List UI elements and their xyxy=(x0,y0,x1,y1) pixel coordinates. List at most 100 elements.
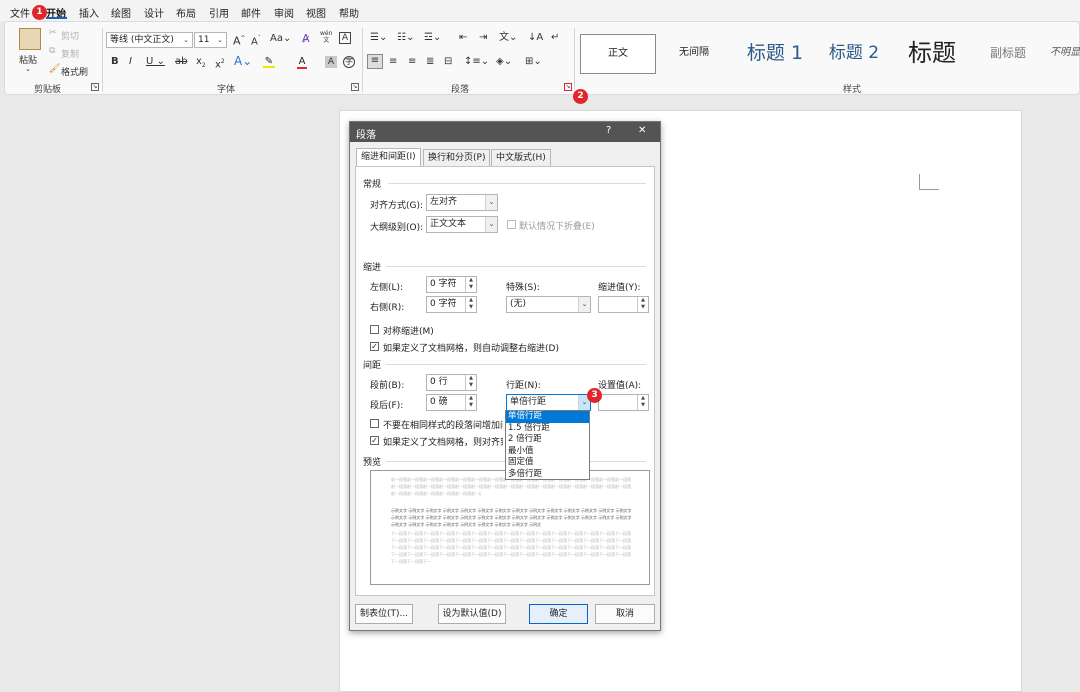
outline-level-select[interactable]: 正文文本 ⌄ xyxy=(426,216,498,233)
tab-indents-spacing[interactable]: 缩进和间距(I) xyxy=(356,148,421,167)
spinner-icon[interactable]: ▲ ▼ xyxy=(637,297,648,312)
collapse-checkbox[interactable] xyxy=(507,220,516,229)
cut-button[interactable]: 剪切 xyxy=(61,29,79,42)
paste-chevron-down-icon[interactable]: ⌄ xyxy=(25,65,31,73)
ok-button[interactable]: 确定 xyxy=(529,604,588,624)
paragraph-launcher-icon[interactable]: ↘ xyxy=(564,83,572,91)
change-case-icon[interactable]: Aa⌄ xyxy=(270,33,291,45)
space-before-input[interactable]: 0 行 ▲ ▼ xyxy=(426,374,477,391)
special-indent-select[interactable]: (无) ⌄ xyxy=(506,296,591,313)
line-option-at-least[interactable]: 最小值 xyxy=(506,446,589,458)
indent-by-input[interactable]: ▲ ▼ xyxy=(598,296,649,313)
close-icon[interactable]: ✕ xyxy=(638,125,646,136)
line-option-double[interactable]: 2 倍行距 xyxy=(506,434,589,446)
align-left-icon[interactable]: ≡ xyxy=(367,54,383,69)
chinese-layout-icon[interactable]: 文⌄ xyxy=(499,32,517,44)
grow-font-icon[interactable]: A^ xyxy=(233,33,246,48)
style-subtle-emphasis[interactable]: 不明显 xyxy=(1049,34,1080,74)
borders-icon[interactable]: ⊞⌄ xyxy=(525,56,542,68)
at-input[interactable]: ▲ ▼ xyxy=(598,394,649,411)
text-effects-icon[interactable]: A⌄ xyxy=(234,55,252,67)
clear-format-icon[interactable]: A̷ xyxy=(302,33,310,45)
increase-indent-icon[interactable]: ⇥ xyxy=(479,32,487,44)
justify-icon[interactable]: ≣ xyxy=(426,56,434,68)
auto-adjust-indent-checkbox[interactable]: ✓ xyxy=(370,342,379,351)
font-color-icon[interactable]: A xyxy=(297,56,307,69)
snap-to-grid-checkbox[interactable]: ✓ xyxy=(370,436,379,445)
underline-icon[interactable]: U ⌄ xyxy=(146,56,165,68)
phonetic-guide-icon[interactable]: wén 文 xyxy=(320,30,332,44)
enclose-char-icon[interactable]: 字 xyxy=(343,56,355,68)
paste-icon[interactable] xyxy=(19,28,41,50)
spinner-icon[interactable]: ▲ ▼ xyxy=(465,395,476,410)
style-subtitle[interactable]: 副标题 xyxy=(975,34,1041,74)
line-option-multiple[interactable]: 多倍行距 xyxy=(506,469,589,481)
menu-tab-layout[interactable]: 布局 xyxy=(176,5,196,20)
style-no-spacing[interactable]: 无间隔 xyxy=(665,34,723,74)
superscript-icon[interactable]: x2 xyxy=(215,56,225,71)
sort-icon[interactable]: ↓A xyxy=(528,32,543,44)
strikethrough-icon[interactable]: ab xyxy=(175,56,187,68)
dialog-title-bar[interactable]: 段落 ? ✕ xyxy=(350,122,660,142)
tab-line-page-breaks[interactable]: 换行和分页(P) xyxy=(423,149,491,166)
no-space-same-style-checkbox[interactable] xyxy=(370,419,379,428)
char-border-icon[interactable]: A xyxy=(339,32,351,44)
indent-right-input[interactable]: 0 字符 ▲ ▼ xyxy=(426,296,477,313)
style-title[interactable]: 标题 xyxy=(895,34,969,74)
shrink-font-icon[interactable]: Aˇ xyxy=(251,33,261,48)
tabs-button[interactable]: 制表位(T)... xyxy=(355,604,413,624)
font-name-combo[interactable]: 等线 (中文正文) ⌄ xyxy=(106,32,193,48)
set-default-button[interactable]: 设为默认值(D) xyxy=(438,604,506,624)
menu-tab-design[interactable]: 设计 xyxy=(144,5,164,20)
chevron-down-icon[interactable]: ⌄ xyxy=(578,297,590,312)
spinner-icon[interactable]: ▲ ▼ xyxy=(637,395,648,410)
menu-tab-help[interactable]: 帮助 xyxy=(339,5,359,20)
italic-icon[interactable]: I xyxy=(129,56,132,68)
char-shading-icon[interactable]: A xyxy=(325,56,337,68)
font-launcher-icon[interactable]: ↘ xyxy=(351,83,359,91)
alignment-select[interactable]: 左对齐 ⌄ xyxy=(426,194,498,211)
distribute-icon[interactable]: ⊟ xyxy=(444,56,452,68)
line-spacing-select[interactable]: 单倍行距 ⌄ xyxy=(506,394,591,411)
style-heading-1[interactable]: 标题 1 xyxy=(735,34,815,74)
subscript-icon[interactable]: x2 xyxy=(196,56,206,72)
font-size-combo[interactable]: 11 ⌄ xyxy=(194,32,227,48)
highlight-icon[interactable]: ✎ xyxy=(263,56,275,68)
menu-tab-review[interactable]: 审阅 xyxy=(274,5,294,20)
format-painter-button[interactable]: 格式刷 xyxy=(61,65,88,78)
chevron-down-icon[interactable]: ⌄ xyxy=(180,33,192,47)
clipboard-launcher-icon[interactable]: ↘ xyxy=(91,83,99,91)
shading-icon[interactable]: ◈⌄ xyxy=(496,56,512,68)
chevron-down-icon[interactable]: ⌄ xyxy=(485,195,497,210)
line-option-exactly[interactable]: 固定值 xyxy=(506,457,589,469)
chevron-down-icon[interactable]: ⌄ xyxy=(485,217,497,232)
menu-tab-references[interactable]: 引用 xyxy=(209,5,229,20)
chevron-down-icon[interactable]: ⌄ xyxy=(214,33,226,47)
line-option-single[interactable]: 单倍行距 xyxy=(506,411,589,423)
cancel-button[interactable]: 取消 xyxy=(595,604,655,624)
indent-left-input[interactable]: 0 字符 ▲ ▼ xyxy=(426,276,477,293)
style-normal[interactable]: 正文 xyxy=(580,34,656,74)
multilevel-list-icon[interactable]: ☲⌄ xyxy=(424,32,441,44)
spinner-icon[interactable]: ▲ ▼ xyxy=(465,297,476,312)
menu-tab-draw[interactable]: 绘图 xyxy=(111,5,131,20)
space-after-input[interactable]: 0 磅 ▲ ▼ xyxy=(426,394,477,411)
align-right-icon[interactable]: ≡ xyxy=(408,56,416,68)
spinner-icon[interactable]: ▲ ▼ xyxy=(465,277,476,292)
menu-tab-view[interactable]: 视图 xyxy=(306,5,326,20)
line-option-1-5[interactable]: 1.5 倍行距 xyxy=(506,423,589,435)
align-center-icon[interactable]: ≡ xyxy=(389,56,397,68)
bullets-icon[interactable]: ☰⌄ xyxy=(370,32,387,44)
spinner-icon[interactable]: ▲ ▼ xyxy=(465,375,476,390)
menu-tab-mailings[interactable]: 邮件 xyxy=(241,5,261,20)
mirror-indents-checkbox[interactable] xyxy=(370,325,379,334)
copy-button[interactable]: 复制 xyxy=(61,47,79,60)
show-marks-icon[interactable]: ↵ xyxy=(551,32,559,44)
menu-tab-file[interactable]: 文件 xyxy=(10,5,30,20)
tab-asian-typography[interactable]: 中文版式(H) xyxy=(491,149,551,166)
menu-tab-insert[interactable]: 插入 xyxy=(79,5,99,20)
help-button[interactable]: ? xyxy=(606,125,611,136)
numbering-icon[interactable]: ☷⌄ xyxy=(397,32,414,44)
bold-icon[interactable]: B xyxy=(111,56,119,68)
line-spacing-icon[interactable]: ↕≡⌄ xyxy=(464,56,489,68)
